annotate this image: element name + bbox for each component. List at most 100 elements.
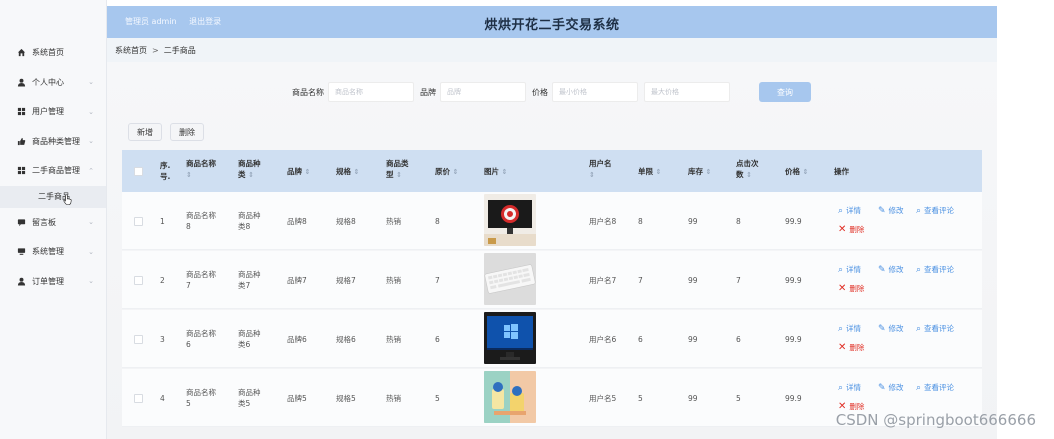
search-icon: ⌕: [838, 323, 844, 334]
cell-orig-price: 8: [435, 217, 440, 226]
row-delete-link[interactable]: ✕ 删除: [838, 224, 864, 235]
brand-label: 品牌: [420, 87, 436, 97]
edit-link[interactable]: ✎ 修改: [878, 205, 904, 216]
cell-unit: 6: [638, 335, 643, 344]
col-spec[interactable]: 规格 ⇕: [336, 166, 360, 178]
chevron-down-icon: ⌄: [88, 277, 94, 286]
table-row: 3 商品名称6 商品种类6 品牌6 规格6 热销 6 用户名6 6 99 6: [122, 310, 982, 368]
chevron-down-icon: ⌄: [88, 137, 94, 146]
row-checkbox[interactable]: [134, 217, 143, 226]
cell-price: 99.9: [785, 217, 802, 226]
home-icon: [16, 48, 26, 58]
system-icon: [16, 247, 26, 257]
cell-orig-price: 6: [435, 335, 440, 344]
col-image[interactable]: 图片 ⇕: [484, 166, 508, 178]
sidebar-item-orders[interactable]: 订单管理 ⌄: [0, 267, 106, 297]
name-search-input[interactable]: [328, 82, 414, 102]
col-type[interactable]: 商品类型 ⇕: [386, 158, 409, 181]
cell-unit: 8: [638, 217, 643, 226]
col-category[interactable]: 商品种类 ⇕: [238, 158, 261, 181]
sidebar-item-secondhand[interactable]: 二手商品管理 ⌃: [0, 156, 106, 186]
sidebar-item-category[interactable]: 商品种类管理 ⌄: [0, 127, 106, 157]
user-icon: [16, 77, 26, 87]
sidebar-subitem-secondhand-goods[interactable]: 二手商品: [0, 185, 106, 208]
search-icon: ⌕: [916, 264, 922, 275]
detail-link[interactable]: ⌕ 详情: [838, 264, 861, 275]
sidebar-item-label: 留言板: [32, 217, 56, 227]
cell-username: 用户名8: [589, 217, 617, 226]
sidebar-item-users[interactable]: 用户管理 ⌄: [0, 97, 106, 127]
min-price-input[interactable]: [552, 82, 638, 102]
cell-price: 99.9: [785, 276, 802, 285]
name-label: 商品名称: [292, 87, 324, 97]
breadcrumb-home[interactable]: 系统首页: [115, 45, 147, 56]
add-button[interactable]: 新增: [128, 123, 162, 141]
cell-unit: 7: [638, 276, 643, 285]
cell-name: 商品名称 6: [186, 329, 216, 349]
cell-clicks: 6: [736, 335, 741, 344]
edit-link[interactable]: ✎ 修改: [878, 323, 904, 334]
col-name[interactable]: 商品名称 ⇕: [186, 158, 216, 181]
sort-icon: ⇕: [802, 168, 809, 176]
csdn-watermark: CSDN @springboot666666: [835, 411, 1036, 429]
row-checkbox[interactable]: [134, 335, 143, 344]
cell-category: 商品种 类6: [238, 329, 261, 349]
sidebar-item-system[interactable]: 系统管理 ⌄: [0, 237, 106, 267]
brand-search-input[interactable]: [440, 82, 526, 102]
sidebar-item-label: 个人中心: [32, 77, 64, 87]
cell-username: 用户名7: [589, 276, 617, 285]
sidebar-item-home[interactable]: 系统首页: [0, 38, 106, 68]
cell-stock: 99: [688, 276, 698, 285]
col-ops: 操作: [834, 167, 849, 176]
col-orig-price[interactable]: 原价 ⇕: [435, 166, 459, 178]
delete-button[interactable]: 删除: [170, 123, 204, 141]
row-checkbox[interactable]: [134, 394, 143, 403]
detail-link[interactable]: ⌕ 详情: [838, 205, 861, 216]
cell-type: 热销: [386, 394, 401, 403]
select-all-checkbox[interactable]: [134, 167, 143, 176]
col-clicks[interactable]: 点击次数 ⇕: [736, 158, 759, 181]
edit-link[interactable]: ✎ 修改: [878, 264, 904, 275]
col-brand[interactable]: 品牌 ⇕: [287, 166, 311, 178]
detail-link[interactable]: ⌕ 详情: [838, 323, 861, 334]
view-review-link[interactable]: ⌕ 查看评论: [916, 205, 954, 216]
search-button[interactable]: 查询: [759, 82, 811, 102]
breadcrumb-current: 二手商品: [163, 45, 196, 55]
cell-category: 商品种 类8: [238, 211, 261, 231]
col-price[interactable]: 价格 ⇕: [785, 166, 809, 178]
row-checkbox[interactable]: [134, 276, 143, 285]
search-icon: ⌕: [916, 382, 922, 393]
col-unit[interactable]: 单限 ⇕: [638, 166, 662, 178]
cell-type: 热销: [386, 276, 401, 285]
col-username[interactable]: 用户名 ⇕: [589, 158, 612, 181]
view-review-link[interactable]: ⌕ 查看评论: [916, 323, 954, 334]
search-icon: ⌕: [838, 264, 844, 275]
cell-stock: 99: [688, 335, 698, 344]
cell-name: 商品名称 7: [186, 270, 216, 290]
price-label: 价格: [532, 87, 548, 97]
view-review-link[interactable]: ⌕ 查看评论: [916, 382, 954, 393]
cell-price: 99.9: [785, 394, 802, 403]
cell-brand: 品牌6: [287, 335, 307, 344]
sort-icon: ⇕: [186, 171, 192, 179]
sidebar-item-personal[interactable]: 个人中心 ⌄: [0, 68, 106, 98]
view-review-link[interactable]: ⌕ 查看评论: [916, 264, 954, 275]
row-delete-link[interactable]: ✕ 删除: [838, 342, 864, 353]
cell-orig-price: 7: [435, 276, 440, 285]
goods-table: 序. 号. 商品名称 ⇕ 商品种类 ⇕ 品牌 ⇕ 规格 ⇕ 商品类型 ⇕ 原价 ⇕ …: [122, 150, 982, 427]
max-price-input[interactable]: [644, 82, 730, 102]
pencil-icon: ✎: [878, 264, 886, 275]
row-delete-link[interactable]: ✕ 删除: [838, 283, 864, 294]
col-index[interactable]: 序. 号.: [160, 160, 170, 182]
search-icon: ⌕: [916, 205, 922, 216]
sidebar: 系统首页 个人中心 ⌄ 用户管理 ⌄ 商品种类管理 ⌄ 二手商品管理 ⌃ 二手商…: [0, 0, 107, 439]
sidebar-item-message-board[interactable]: 留言板 ⌄: [0, 208, 106, 238]
col-stock[interactable]: 库存 ⇕: [688, 166, 712, 178]
pencil-icon: ✎: [878, 323, 886, 334]
edit-link[interactable]: ✎ 修改: [878, 382, 904, 393]
search-icon: ⌕: [838, 205, 844, 216]
detail-link[interactable]: ⌕ 详情: [838, 382, 861, 393]
cell-clicks: 8: [736, 217, 741, 226]
sort-icon: ⇕: [655, 168, 662, 176]
sort-icon: ⇕: [304, 168, 311, 176]
